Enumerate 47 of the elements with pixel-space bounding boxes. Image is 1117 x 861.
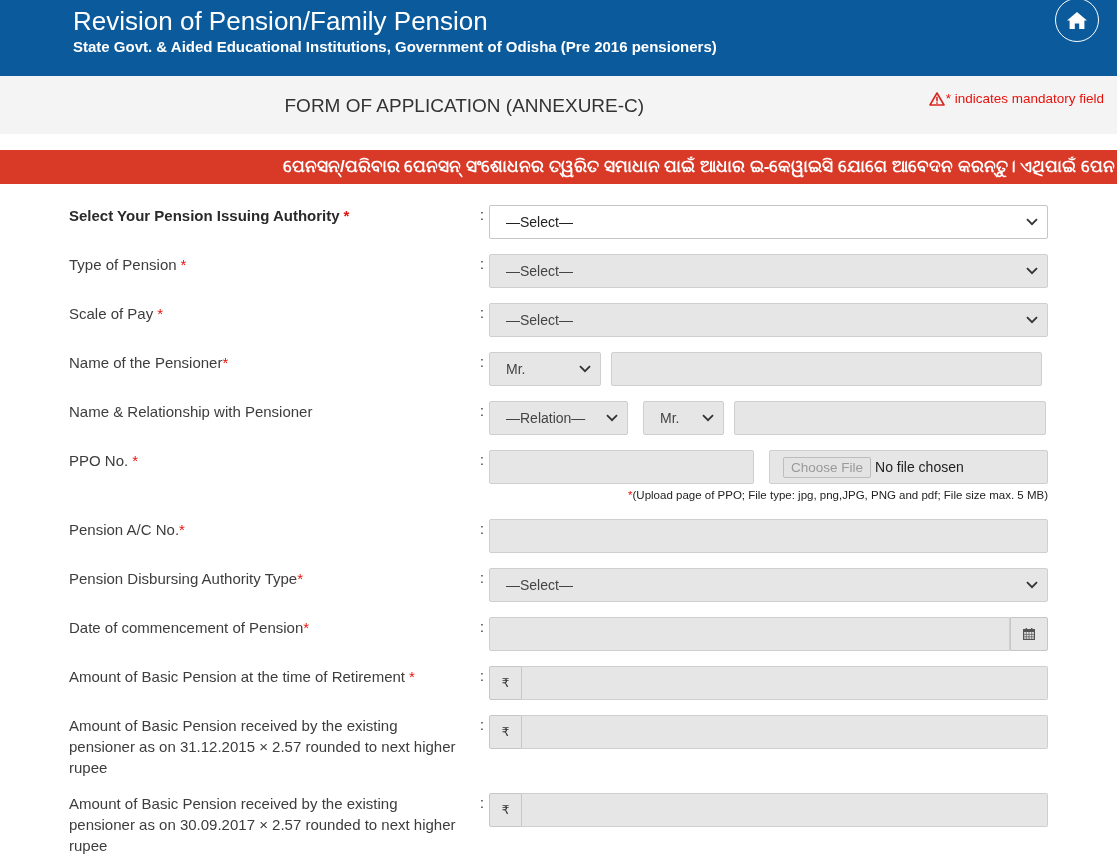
upload-note: *(Upload page of PPO; File type: jpg, png,JPG, PNG and pdf; File size max. 5 MB) (628, 488, 1048, 503)
chevron-down-icon (606, 414, 618, 422)
calendar-addon[interactable] (1010, 617, 1048, 651)
field-label: Amount of Basic Pension received by the existing pensioner as on 30.09.2017 × 2.57 rounded to next higher rupee (69, 794, 457, 856)
field-label: Pension A/C No.* (69, 520, 185, 540)
notice-text: ପେନସନ୍/ପରିବାର ପେନସନ୍ ସଂଶୋଧନର ତ୍ୱରିତ ସମାଧାନ ପାଇଁ ଆଧାର ଇ-କେୱାଇସି ଯୋଗେ ଆବେଦନ କରନ୍ତୁ। ଏଥିପାଇଁ ପେନ (282, 156, 1116, 178)
home-icon (1067, 11, 1087, 29)
colon-separator: : (479, 353, 485, 372)
field-label: Type of Pension * (69, 255, 187, 275)
chevron-down-icon (1026, 218, 1038, 226)
colon-separator: : (479, 402, 485, 421)
rupee-addon: ₹ (489, 715, 522, 749)
colon-separator: : (479, 520, 485, 539)
chevron-down-icon (1026, 267, 1038, 275)
page-subtitle: State Govt. & Aided Educational Institutions, Government of Odisha (Pre 2016 pensioners) (73, 37, 717, 57)
warning-icon (928, 91, 945, 106)
field-label: Pension Disbursing Authority Type* (69, 569, 304, 589)
colon-separator: : (479, 667, 485, 686)
field-label: Amount of Basic Pension at the time of Retirement * (69, 667, 415, 687)
home-button[interactable] (1055, 0, 1099, 42)
field-label: Amount of Basic Pension received by the existing pensioner as on 31.12.2015 × 2.57 rounded to next higher rupee (69, 716, 457, 778)
chevron-down-icon (1026, 581, 1038, 589)
file-status-text: No file chosen (875, 459, 964, 475)
colon-separator: : (479, 716, 485, 735)
chevron-down-icon (702, 414, 714, 422)
colon-separator: : (479, 618, 485, 637)
form-heading: FORM OF APPLICATION (ANNEXURE-C) (284, 93, 645, 117)
field-label: Date of commencement of Pension* (69, 618, 310, 638)
colon-separator: : (479, 206, 485, 225)
chevron-down-icon (579, 365, 591, 373)
colon-separator: : (479, 304, 485, 323)
field-label: PPO No. * (69, 451, 139, 471)
calendar-icon (1023, 628, 1035, 640)
field-label: Scale of Pay * (69, 304, 164, 324)
chevron-down-icon (1026, 316, 1038, 324)
colon-separator: : (479, 794, 485, 813)
colon-separator: : (479, 569, 485, 588)
mandatory-note: * indicates mandatory field (945, 90, 1104, 107)
select-field[interactable]: —Select— (489, 205, 1048, 239)
field-label: Select Your Pension Issuing Authority * (69, 206, 350, 226)
rupee-addon: ₹ (489, 793, 522, 827)
field-label: Name & Relationship with Pensioner (69, 402, 313, 422)
colon-separator: : (479, 451, 485, 470)
field-label: Name of the Pensioner* (69, 353, 229, 373)
page-title: Revision of Pension/Family Pension (73, 6, 489, 37)
rupee-addon: ₹ (489, 666, 522, 700)
colon-separator: : (479, 255, 485, 274)
